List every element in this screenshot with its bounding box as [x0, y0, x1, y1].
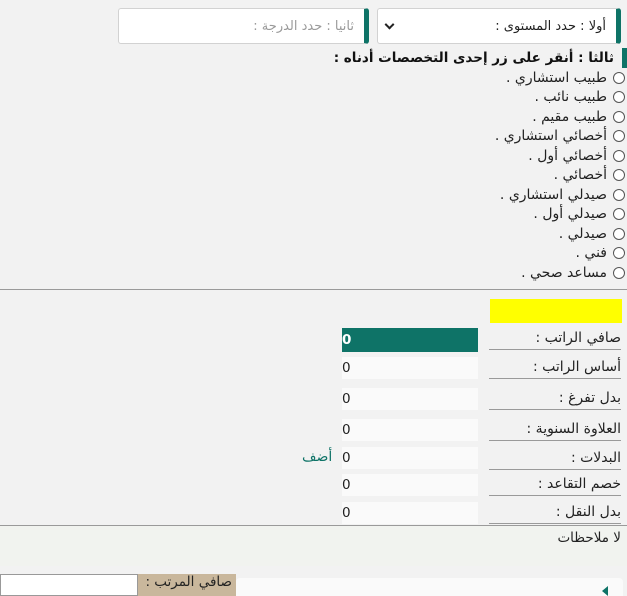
allowances-value: 0 — [342, 447, 478, 469]
net-salary-label: صافي الراتب : — [489, 330, 621, 350]
specialty-label: طبيب استشاري . — [505, 69, 607, 86]
specialty-option[interactable]: صيدلي . — [0, 224, 627, 244]
specialty-label: صيدلي أول . — [533, 206, 607, 223]
specialty-option[interactable]: أخصائي أول . — [0, 146, 627, 166]
step3-label: ثالثا : أنقر على زر إحدى التخصصات أدناه … — [333, 50, 614, 66]
specialty-label: صيدلي . — [558, 225, 607, 242]
transport-allowance-label: بدل النقل : — [489, 504, 621, 524]
radio-button[interactable] — [613, 130, 625, 143]
specialty-label: أخصائي . — [553, 167, 607, 184]
radio-button[interactable] — [613, 110, 625, 123]
specialty-option[interactable]: أخصائي . — [0, 166, 627, 186]
radio-button[interactable] — [613, 169, 625, 182]
divider — [0, 289, 627, 290]
specialty-label: أخصائي استشاري . — [494, 128, 607, 145]
specialty-option[interactable]: طبيب استشاري . — [0, 68, 627, 88]
chevron-down-icon — [384, 19, 395, 30]
retirement-deduction-value: 0 — [342, 474, 478, 496]
specialty-option[interactable]: مساعد صحي . — [0, 263, 627, 283]
grade-select[interactable]: ثانيا : حدد الدرجة : — [118, 8, 369, 44]
specialty-option[interactable]: فني . — [0, 244, 627, 264]
notes-text: لا ملاحظات — [557, 530, 621, 546]
net-pay-label: صافي المرتب : — [138, 574, 236, 596]
base-salary-label: أساس الراتب : — [489, 359, 621, 379]
radio-button[interactable] — [613, 247, 625, 260]
add-allowance-link[interactable]: أضف — [302, 449, 332, 465]
level-select[interactable]: أولا : حدد المستوى : — [377, 8, 621, 44]
level-select-label: أولا : حدد المستوى : — [495, 18, 606, 34]
radio-button[interactable] — [613, 188, 625, 201]
base-salary-value: 0 — [342, 357, 478, 379]
specialty-option[interactable]: أخصائي استشاري . — [0, 127, 627, 147]
specialty-label: طبيب نائب . — [534, 89, 608, 106]
net-salary-value: 0 — [342, 328, 478, 352]
salary-calculator: أولا : حدد المستوى : ثانيا : حدد الدرجة … — [0, 0, 627, 596]
radio-button[interactable] — [613, 149, 625, 162]
specialty-label: أخصائي أول . — [528, 147, 607, 164]
net-pay-field[interactable] — [0, 574, 138, 596]
radio-button[interactable] — [613, 227, 625, 240]
specialty-label: صيدلي استشاري . — [499, 186, 607, 203]
radio-button[interactable] — [613, 71, 625, 84]
notes-area — [0, 526, 627, 566]
specialty-option[interactable]: صيدلي استشاري . — [0, 185, 627, 205]
retirement-deduction-label: خصم التقاعد : — [489, 476, 621, 496]
specialty-label: طبيب مقيم . — [532, 108, 607, 125]
grade-select-placeholder: ثانيا : حدد الدرجة : — [253, 18, 354, 34]
specialty-radio-list: طبيب استشاري . طبيب نائب . طبيب مقيم . أ… — [0, 68, 627, 283]
specialty-label: فني . — [575, 245, 608, 262]
chevron-left-icon[interactable] — [602, 586, 608, 596]
specialty-option[interactable]: صيدلي أول . — [0, 205, 627, 225]
radio-button[interactable] — [613, 266, 625, 279]
specialty-option[interactable]: طبيب نائب . — [0, 88, 627, 108]
transport-allowance-value: 0 — [342, 502, 478, 524]
dedication-allowance-value: 0 — [342, 388, 478, 410]
allowances-label: البدلات : — [489, 450, 621, 470]
highlight-box — [490, 299, 622, 323]
specialty-option[interactable]: طبيب مقيم . — [0, 107, 627, 127]
step3-accent-bar — [622, 48, 627, 68]
radio-button[interactable] — [613, 208, 625, 221]
annual-increment-label: العلاوة السنوية : — [489, 421, 621, 441]
dedication-allowance-label: بدل تفرغ : — [489, 390, 621, 410]
annual-increment-value: 0 — [342, 419, 478, 441]
specialty-label: مساعد صحي . — [521, 264, 607, 281]
bottom-card — [236, 578, 623, 596]
radio-button[interactable] — [613, 91, 625, 104]
